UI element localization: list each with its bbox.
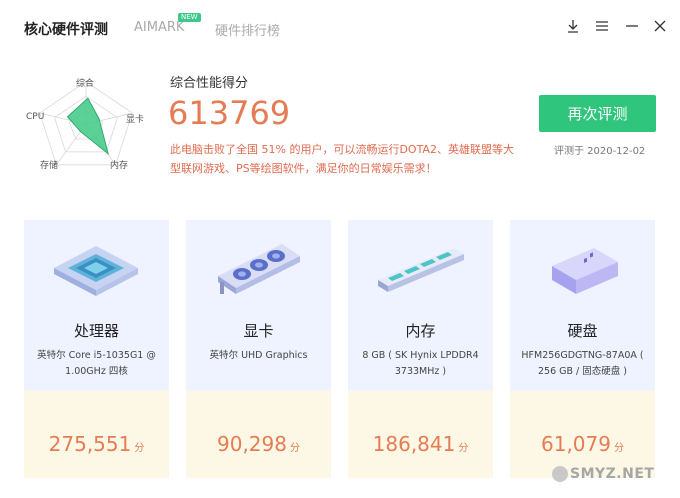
memory-score-value: 186,841	[372, 432, 456, 456]
gpu-score-value: 90,298	[217, 432, 287, 456]
disk-score-value: 61,079	[541, 432, 611, 456]
total-score: 613769	[168, 94, 291, 132]
graphics-card-icon	[218, 244, 300, 294]
disk-score-unit: 分	[613, 443, 624, 454]
minimize-icon[interactable]	[624, 18, 640, 34]
gpu-card: 显卡 英特尔 UHD Graphics 90,298 分	[186, 220, 331, 478]
tab-core-hardware-test[interactable]: 核心硬件评测	[24, 19, 108, 39]
download-icon[interactable]	[565, 18, 581, 34]
gpu-card-title: 显卡	[243, 322, 274, 340]
gpu-card-score: 90,298 分	[186, 432, 331, 456]
cpu-score-unit: 分	[134, 443, 145, 454]
cpu-card-title: 处理器	[73, 322, 119, 340]
site-watermark: SMYZ.NET	[552, 466, 654, 482]
radar-label-storage: 存储	[40, 161, 59, 171]
tab-aimark[interactable]: AIMARK	[134, 20, 184, 35]
watermark-logo-icon	[552, 466, 568, 482]
radar-label-overall: 综合	[76, 79, 95, 89]
radar-label-gpu: 显卡	[126, 115, 145, 125]
radar-label-memory: 内存	[110, 161, 129, 171]
gpu-score-unit: 分	[289, 443, 300, 454]
retest-button[interactable]: 再次评测	[539, 95, 656, 132]
disk-card-spec: HFM256GDGTNG-87A0A ( 256 GB / 固态硬盘 )	[521, 350, 644, 377]
radar-label-cpu: CPU	[26, 112, 45, 122]
gpu-card-spec: 英特尔 UHD Graphics	[209, 350, 308, 361]
new-badge: NEW	[178, 13, 201, 22]
tab-hardware-ranking[interactable]: 硬件排行榜	[215, 20, 280, 39]
memory-stick-icon	[378, 248, 464, 292]
memory-card-title: 内存	[405, 322, 436, 340]
memory-card: 内存 8 GB ( SK Hynix LPDDR4 3733MHz ) 186,…	[348, 220, 493, 478]
cpu-card-score: 275,551 分	[24, 432, 169, 456]
memory-score-unit: 分	[458, 443, 469, 454]
test-date: 评测于 2020-12-02	[554, 146, 646, 157]
top-bar: 核心硬件评测 AIMARK NEW 硬件排行榜	[0, 0, 680, 56]
disk-card-score: 61,079 分	[510, 432, 655, 456]
cpu-chip-icon	[54, 246, 138, 296]
ssd-drive-icon	[552, 248, 618, 294]
memory-card-score: 186,841 分	[348, 432, 493, 456]
disk-card-title: 硬盘	[567, 322, 598, 340]
radar-score-area	[66, 97, 110, 156]
cpu-score-value: 275,551	[48, 432, 132, 456]
score-description: 此电脑击败了全国 51% 的用户，可以流畅运行DOTA2、英雄联盟等大型联网游戏…	[170, 143, 514, 175]
score-caption: 综合性能得分	[170, 76, 249, 91]
disk-card: 硬盘 HFM256GDGTNG-87A0A ( 256 GB / 固态硬盘 ) …	[510, 220, 655, 478]
cpu-card-spec: 英特尔 Core i5-1035G1 @ 1.00GHz 四核	[37, 350, 156, 377]
close-icon[interactable]	[652, 18, 668, 34]
memory-card-spec: 8 GB ( SK Hynix LPDDR4 3733MHz )	[362, 350, 479, 377]
cpu-card: 处理器 英特尔 Core i5-1035G1 @ 1.00GHz 四核 275,…	[24, 220, 169, 478]
menu-icon[interactable]	[594, 18, 610, 34]
